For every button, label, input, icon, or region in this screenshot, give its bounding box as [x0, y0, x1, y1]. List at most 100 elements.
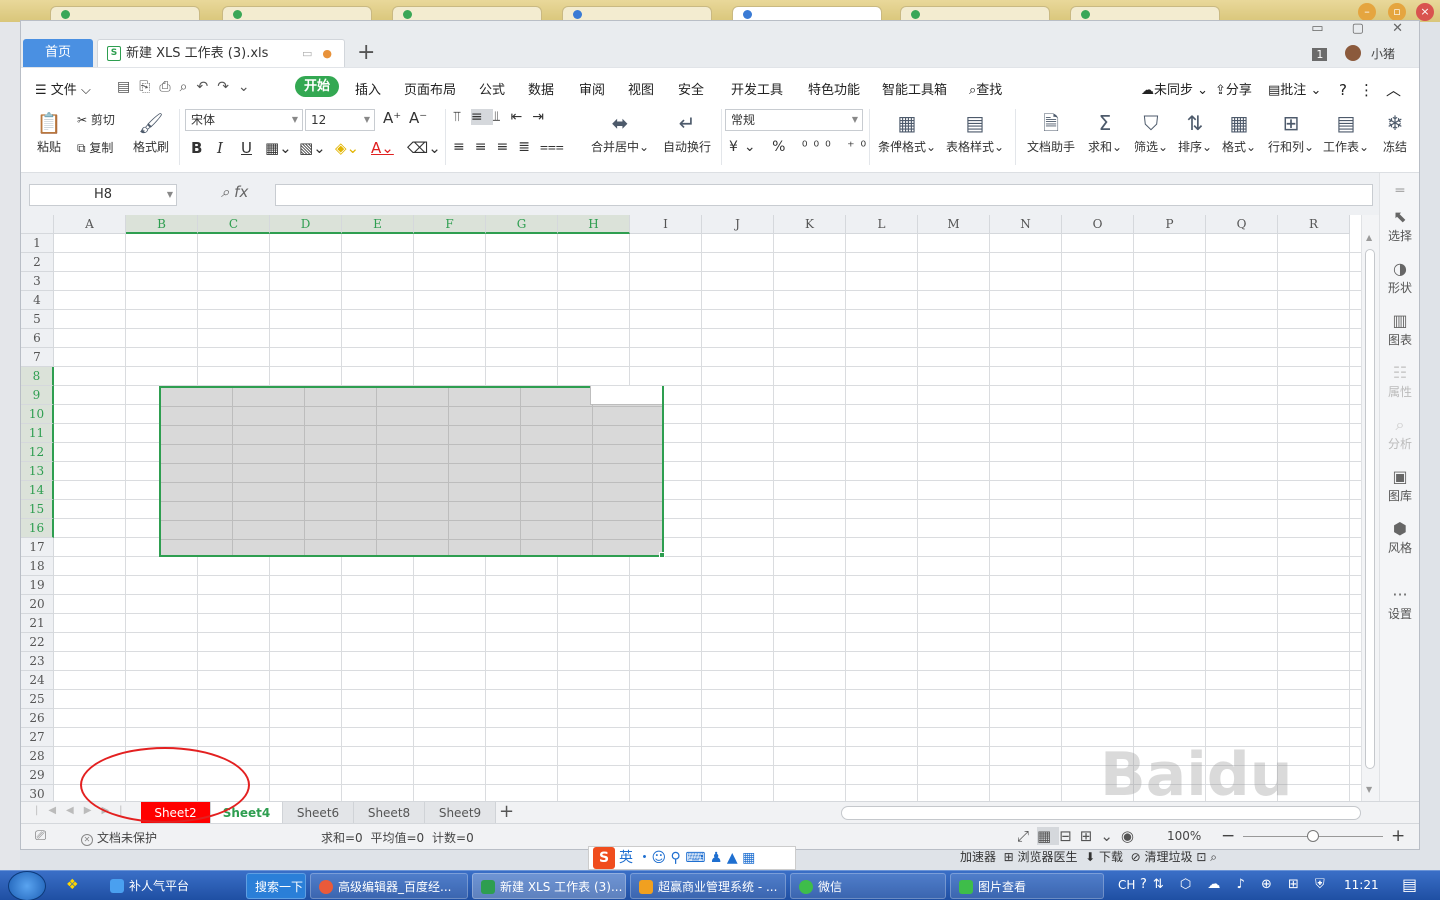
side-style[interactable]: ⬢ 风格 — [1380, 519, 1420, 556]
column-header-q[interactable]: Q — [1206, 215, 1278, 234]
border-icon[interactable]: ▦⌄ — [265, 139, 292, 157]
view-mode-icons[interactable]: ⤢▦⊟⊞⌄◉ — [1017, 827, 1142, 845]
select-all-corner[interactable] — [21, 215, 54, 234]
freeze-button[interactable]: ❄ 冻结 — [1377, 111, 1413, 155]
start-button[interactable] — [8, 871, 46, 900]
row-header-8[interactable]: 8 — [21, 367, 54, 386]
taskbar-item[interactable]: 微信 — [790, 873, 946, 899]
row-header-26[interactable]: 26 — [21, 709, 54, 728]
taskbar-app-icon[interactable]: ❖ — [66, 877, 79, 893]
font-name-select[interactable]: 宋体 ▼ — [185, 109, 303, 131]
scroll-thumb[interactable] — [1365, 249, 1375, 769]
protection-status[interactable]: ✕ 文档未保护 — [81, 829, 157, 846]
copy-button[interactable]: ⧉ 复制 — [77, 139, 113, 156]
sync-status[interactable]: ☁未同步 ⌄ — [1141, 79, 1208, 98]
row-header-27[interactable]: 27 — [21, 728, 54, 747]
zoom-in-icon[interactable]: + — [1391, 826, 1405, 846]
menu-page-layout[interactable]: 页面布局 — [404, 79, 456, 98]
format-painter-button[interactable]: 🖌 格式刷 — [129, 111, 173, 155]
column-header-l[interactable]: L — [846, 215, 918, 234]
sum-button[interactable]: Σ 求和⌄ — [1087, 111, 1123, 155]
doc-helper-button[interactable]: 🗎 文档助手 — [1025, 111, 1077, 155]
column-header-k[interactable]: K — [774, 215, 846, 234]
comment-button[interactable]: ▤批注 ⌄ — [1268, 79, 1321, 98]
row-header-10[interactable]: 10 — [21, 405, 54, 424]
new-tab-button[interactable]: + — [357, 41, 375, 65]
row-header-7[interactable]: 7 — [21, 348, 54, 367]
row-header-14[interactable]: 14 — [21, 481, 54, 500]
sheet-tab[interactable]: Sheet8 — [354, 802, 425, 824]
row-header-17[interactable]: 17 — [21, 538, 54, 557]
row-header-15[interactable]: 15 — [21, 500, 54, 519]
font-color-icon[interactable]: A⌄ — [371, 139, 394, 157]
side-select[interactable]: ⬉ 选择 — [1380, 207, 1420, 244]
row-header-9[interactable]: 9 — [21, 386, 54, 405]
row-col-button[interactable]: ⊞ 行和列⌄ — [1267, 111, 1315, 155]
vertical-align-icons[interactable]: ⫪≡⫫⇤⇥ — [453, 109, 554, 125]
row-header-19[interactable]: 19 — [21, 576, 54, 595]
document-tab[interactable]: S 新建 XLS 工作表 (3).xls ▭ ● — [97, 39, 345, 67]
horizontal-align-icons[interactable]: ≡≡≡≣⩶ — [453, 139, 574, 155]
column-header-e[interactable]: E — [342, 215, 414, 234]
row-header-6[interactable]: 6 — [21, 329, 54, 348]
ime-toolbar[interactable]: S英 ・☺ ⚲ ⌨ ♟ ▲ ▦ — [588, 846, 796, 870]
row-header-23[interactable]: 23 — [21, 652, 54, 671]
bold-icon[interactable]: B — [191, 139, 202, 157]
column-header-o[interactable]: O — [1062, 215, 1134, 234]
italic-icon[interactable]: I — [217, 139, 223, 157]
sheet-tab[interactable]: Sheet9 — [425, 802, 496, 824]
taskbar-item[interactable]: 补人气平台 — [102, 873, 242, 899]
row-header-13[interactable]: 13 — [21, 462, 54, 481]
menu-insert[interactable]: 插入 — [355, 79, 381, 98]
menu-formula[interactable]: 公式 — [479, 79, 505, 98]
scroll-up-icon[interactable]: ▲ — [1366, 233, 1372, 242]
menu-developer[interactable]: 开发工具 — [731, 79, 783, 98]
menu-review[interactable]: 审阅 — [579, 79, 605, 98]
conditional-format-button[interactable]: ▦ 条件格式⌄ — [877, 111, 937, 155]
sheet-tab-active[interactable]: Sheet4 — [211, 802, 283, 824]
row-header-5[interactable]: 5 — [21, 310, 54, 329]
menu-security[interactable]: 安全 — [678, 79, 704, 98]
side-gallery[interactable]: ▣ 图库 — [1380, 467, 1420, 504]
column-header-f[interactable]: F — [414, 215, 486, 234]
row-header-25[interactable]: 25 — [21, 690, 54, 709]
side-settings[interactable]: ··· 设置 — [1380, 585, 1420, 622]
zoom-slider-knob[interactable] — [1307, 830, 1319, 842]
worksheet-button[interactable]: ▤ 工作表⌄ — [1321, 111, 1371, 155]
font-grow-icon[interactable]: A⁺ — [383, 109, 401, 127]
row-header-3[interactable]: 3 — [21, 272, 54, 291]
taskbar-item[interactable]: 高级编辑器_百度经... — [310, 873, 468, 899]
close-icon[interactable]: × — [1416, 3, 1434, 21]
sheet-tab[interactable]: Sheet6 — [283, 802, 354, 824]
file-menu[interactable]: ☰ 文件 ⌵ — [35, 79, 91, 98]
macro-icon[interactable]: ⎚ — [35, 828, 46, 844]
row-header-4[interactable]: 4 — [21, 291, 54, 310]
side-chart[interactable]: ▥ 图表 — [1380, 311, 1420, 348]
row-header-22[interactable]: 22 — [21, 633, 54, 652]
taskbar-item-active[interactable]: 新建 XLS 工作表 (3)... — [472, 873, 626, 899]
side-shape[interactable]: ◑ 形状 — [1380, 259, 1420, 296]
row-header-29[interactable]: 29 — [21, 766, 54, 785]
lang-indicator[interactable]: CH — [1118, 878, 1135, 892]
filter-button[interactable]: ⛉ 筛选⌄ — [1133, 111, 1169, 155]
column-header-j[interactable]: J — [702, 215, 774, 234]
row-header-1[interactable]: 1 — [21, 234, 54, 253]
home-tab[interactable]: 首页 — [23, 39, 93, 67]
name-box[interactable]: H8 ▼ — [29, 184, 177, 206]
vertical-scrollbar[interactable]: ▲ ▼ — [1361, 215, 1379, 801]
add-sheet-button[interactable]: + — [499, 802, 514, 822]
spreadsheet-grid[interactable]: ABCDEFGHIJKLMNOPQR 1 2 3 4 5 6 7 8 9 10 11 12 13 14 15… — [21, 215, 1361, 801]
notification-icon[interactable]: ▤ — [1402, 875, 1417, 894]
menu-data[interactable]: 数据 — [528, 79, 554, 98]
column-header-c[interactable]: C — [198, 215, 270, 234]
menu-find[interactable]: ⌕查找 — [969, 79, 1002, 98]
zoom-out-icon[interactable]: − — [1221, 826, 1235, 846]
column-header-r[interactable]: R — [1278, 215, 1350, 234]
minimize-icon[interactable]: – — [1358, 3, 1376, 21]
paste-button[interactable]: 📋 粘贴 — [31, 111, 67, 155]
row-header-20[interactable]: 20 — [21, 595, 54, 614]
help-more-collapse[interactable]: ?⋮︿ — [1339, 79, 1413, 100]
row-header-2[interactable]: 2 — [21, 253, 54, 272]
taskbar-search[interactable]: 搜索一下 — [246, 873, 306, 899]
column-header-a[interactable]: A — [54, 215, 126, 234]
